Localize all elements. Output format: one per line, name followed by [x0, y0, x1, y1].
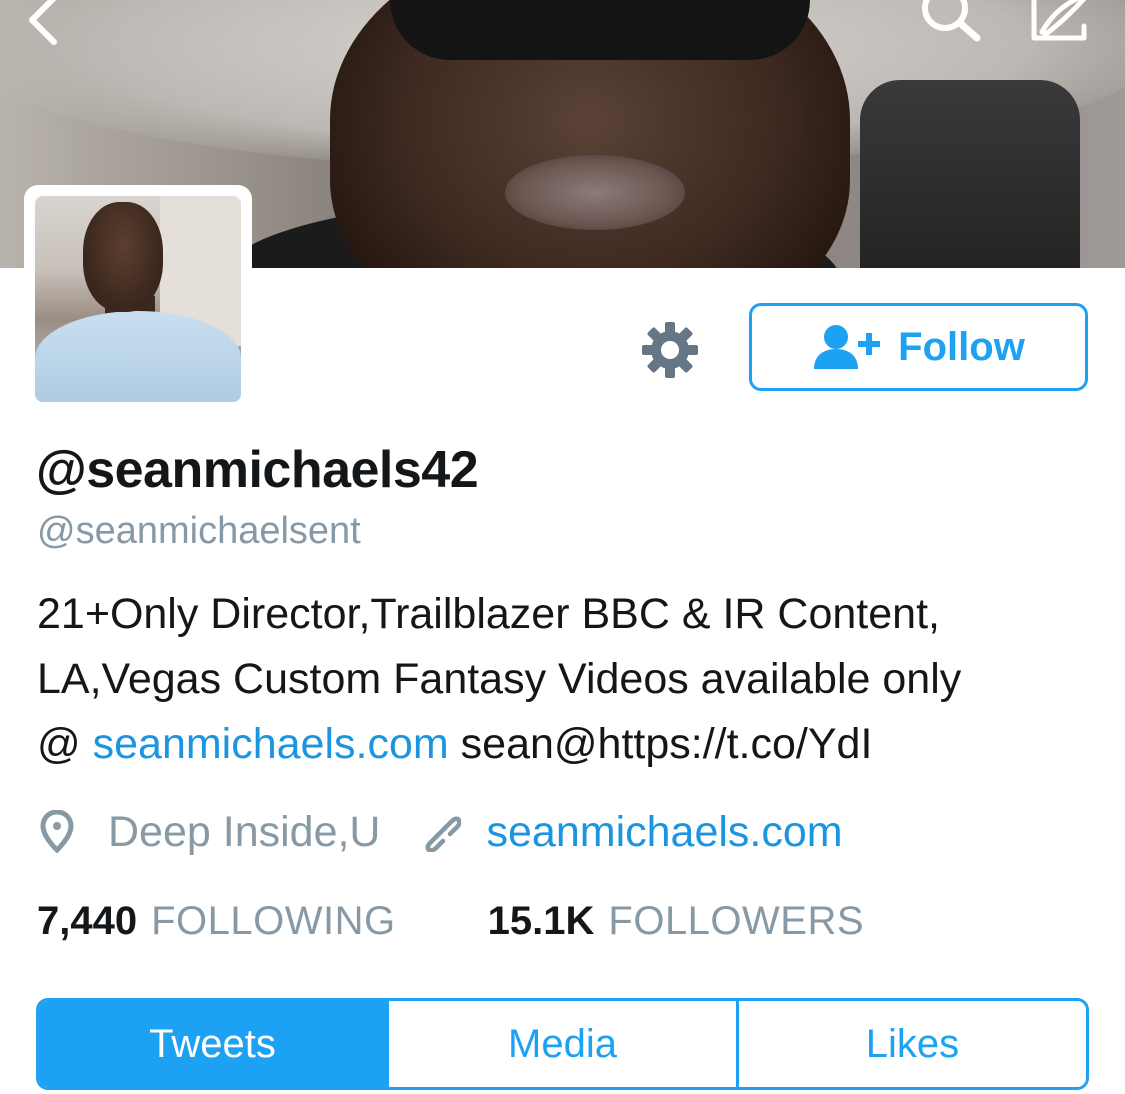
- followers-stat[interactable]: 15.1K FOLLOWERS: [488, 899, 864, 944]
- follow-label: Follow: [898, 324, 1025, 369]
- link-icon: [425, 816, 461, 852]
- followers-count: 15.1K: [487, 898, 595, 943]
- website-link[interactable]: seanmichaels.com: [487, 808, 843, 857]
- user-handle: @seanmichaelsent: [37, 510, 361, 552]
- avatar: [35, 196, 241, 402]
- location-text: Deep Inside,U: [108, 807, 381, 856]
- website[interactable]: seanmichaels.com: [421, 808, 843, 857]
- following-stat[interactable]: 7,440 FOLLOWING: [37, 899, 396, 944]
- profile-stats: 7,440 FOLLOWING 15.1K FOLLOWERS: [37, 893, 864, 949]
- display-name: @seanmichaels42: [36, 441, 479, 499]
- tab-likes[interactable]: Likes: [736, 1001, 1086, 1087]
- location-pin-icon: [40, 810, 74, 854]
- profile-avatar[interactable]: [24, 185, 252, 413]
- location: Deep Inside,U: [40, 808, 381, 857]
- add-user-icon: [814, 325, 881, 369]
- compose-icon[interactable]: [1028, 0, 1092, 44]
- bio-line: 21+Only Director,Trailblazer BBC & IR Co…: [37, 590, 940, 638]
- bio-link[interactable]: seanmichaels.com: [93, 720, 449, 768]
- settings-button[interactable]: [638, 318, 702, 382]
- bio-text: sean@https://t.co/YdI: [448, 720, 873, 768]
- following-label: FOLLOWING: [151, 898, 396, 943]
- profile-page: Follow @seanmichaels42 @seanmichaelsent …: [0, 0, 1125, 1094]
- profile-tabs: Tweets Media Likes: [36, 998, 1089, 1090]
- profile-bio: 21+Only Director,Trailblazer BBC & IR Co…: [37, 582, 1097, 777]
- follow-button[interactable]: Follow: [749, 303, 1088, 391]
- tab-media[interactable]: Media: [386, 1001, 736, 1087]
- bio-line: LA,Vegas Custom Fantasy Videos available…: [37, 655, 962, 703]
- tab-tweets[interactable]: Tweets: [39, 1001, 386, 1087]
- back-icon[interactable]: [22, 0, 66, 46]
- followers-label: FOLLOWERS: [608, 898, 865, 943]
- following-count: 7,440: [37, 898, 138, 943]
- profile-meta: Deep Inside,U seanmichaels.com: [40, 800, 843, 864]
- search-icon[interactable]: [915, 0, 985, 52]
- gear-icon: [642, 322, 698, 378]
- bio-line: @ seanmichaels.com sean@https://t.co/YdI: [37, 712, 1097, 777]
- bio-text: @: [37, 720, 93, 768]
